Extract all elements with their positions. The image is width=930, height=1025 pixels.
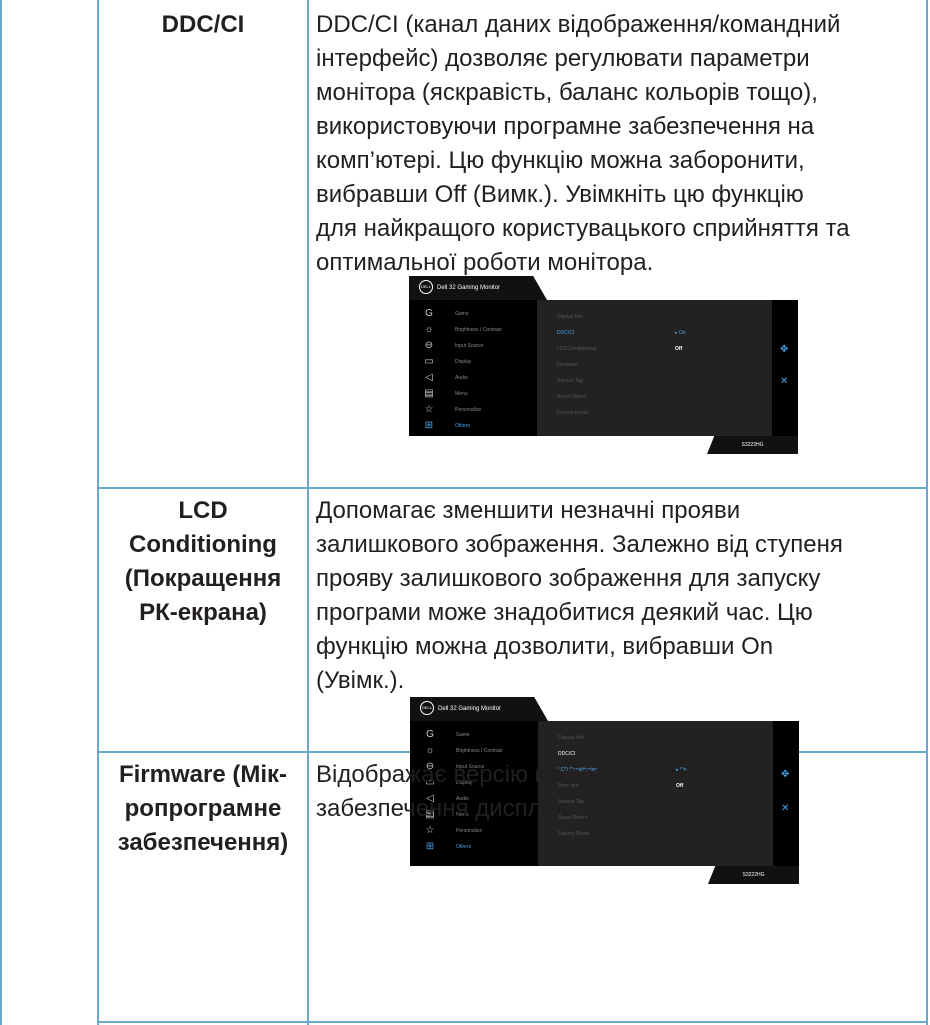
- osd-menu-item-input-source: ⊖ Input Source: [424, 340, 484, 351]
- osd-menu-item-brightness: ☼ Brightness / Contrast: [424, 324, 502, 335]
- row-description-lcd-conditioning: Допомагає зменшити незначні прояви залиш…: [316, 497, 843, 694]
- osd-submenu-item: Factory Reset: [558, 831, 590, 837]
- table-border-right: [926, 0, 928, 1025]
- table-border-column-divider: [307, 0, 309, 1025]
- osd-submenu-item: Service Tag: [557, 378, 584, 384]
- osd-model-label: S3222HG: [708, 866, 799, 884]
- others-icon: ⊞: [424, 420, 434, 431]
- osd-submenu-item-selected: DDC/CI: [557, 330, 575, 336]
- dell-logo-icon: DELL: [420, 701, 434, 716]
- osd-submenu-item: LCD Conditioning: [557, 346, 597, 352]
- osd-submenu-item: Display Info: [558, 735, 585, 741]
- table-border-bottom: [97, 1021, 928, 1023]
- osd-submenu-item: Display Info: [557, 314, 584, 320]
- osd-menu-item-game: G Game: [424, 727, 534, 743]
- row-description-ddc-ci: DDC/CI (канал даних відображення/командн…: [316, 11, 850, 276]
- table-row-divider: [97, 487, 928, 489]
- osd-nav-pane: ✥ ✕: [772, 300, 798, 436]
- osd-model-label: S3222HG: [707, 436, 798, 454]
- osd-menu-item-others: ⊞ Others: [425, 841, 472, 852]
- joystick-nav-icon: ✥: [780, 344, 789, 355]
- row-label-lcd-conditioning: LCD Conditioning (Покращення РК-екрана): [124, 497, 282, 626]
- osd-title-tab: DELL Dell 32 Gaming Monitor: [409, 276, 547, 300]
- osd-menu-item-audio: ◁ Audio: [423, 370, 533, 386]
- osd-submenu-item: Firmware: [557, 362, 578, 368]
- osd-option-on: ▸ On: [675, 330, 686, 336]
- dell-logo-icon: DELL: [419, 280, 433, 295]
- osd-menu-item-brightness: ☼ Brightness / Contrast: [425, 745, 503, 756]
- star-icon: ☆: [424, 404, 434, 415]
- osd-menu-item-personalize: ☆ Personalize: [424, 404, 482, 415]
- star-icon: ☆: [425, 825, 435, 836]
- osd-submenu: Display Info DDC/CI LCD Conditioning Fir…: [537, 300, 772, 436]
- brightness-icon: ☼: [425, 745, 435, 756]
- menu-icon: ▤: [424, 388, 434, 399]
- row-label-firmware: Firmware (Мік- ропрограмне забезпечення): [117, 761, 289, 856]
- game-icon: G: [425, 308, 433, 319]
- osd-option-off: Off: [675, 346, 683, 352]
- audio-icon: ◁: [425, 372, 433, 383]
- osd-screen: G Game ☼ Brightness / Contrast ⊖ Input Sour…: [409, 300, 798, 436]
- osd-main-menu: G Game ☼ Brightness / Contrast ⊖ Input Sour…: [409, 300, 537, 436]
- osd-menu-item-display: ▭ Display: [424, 356, 472, 367]
- osd-menu-item-menu: ▤ Menu: [424, 388, 468, 399]
- osd-submenu-item: Factory Reset: [557, 410, 589, 416]
- osd-submenu-item: Reset Others: [557, 394, 587, 400]
- osd-menu-item-game: G Game: [423, 306, 533, 322]
- osd-title-tab: DELL Dell 32 Gaming Monitor: [410, 697, 548, 721]
- input-source-icon: ⊖: [424, 340, 434, 351]
- osd-menu-item-others: ⊞ Others: [424, 420, 471, 431]
- row-description-firmware: Відображає версію мікропрограмного забез…: [316, 761, 734, 822]
- close-icon: ✕: [780, 376, 789, 387]
- others-icon: ⊞: [425, 841, 435, 852]
- brightness-icon: ☼: [424, 324, 434, 335]
- game-icon: G: [426, 729, 434, 740]
- table-border-left: [0, 0, 2, 1025]
- display-icon: ▭: [424, 356, 434, 367]
- row-label-ddc-ci: DDC/CI: [161, 11, 245, 38]
